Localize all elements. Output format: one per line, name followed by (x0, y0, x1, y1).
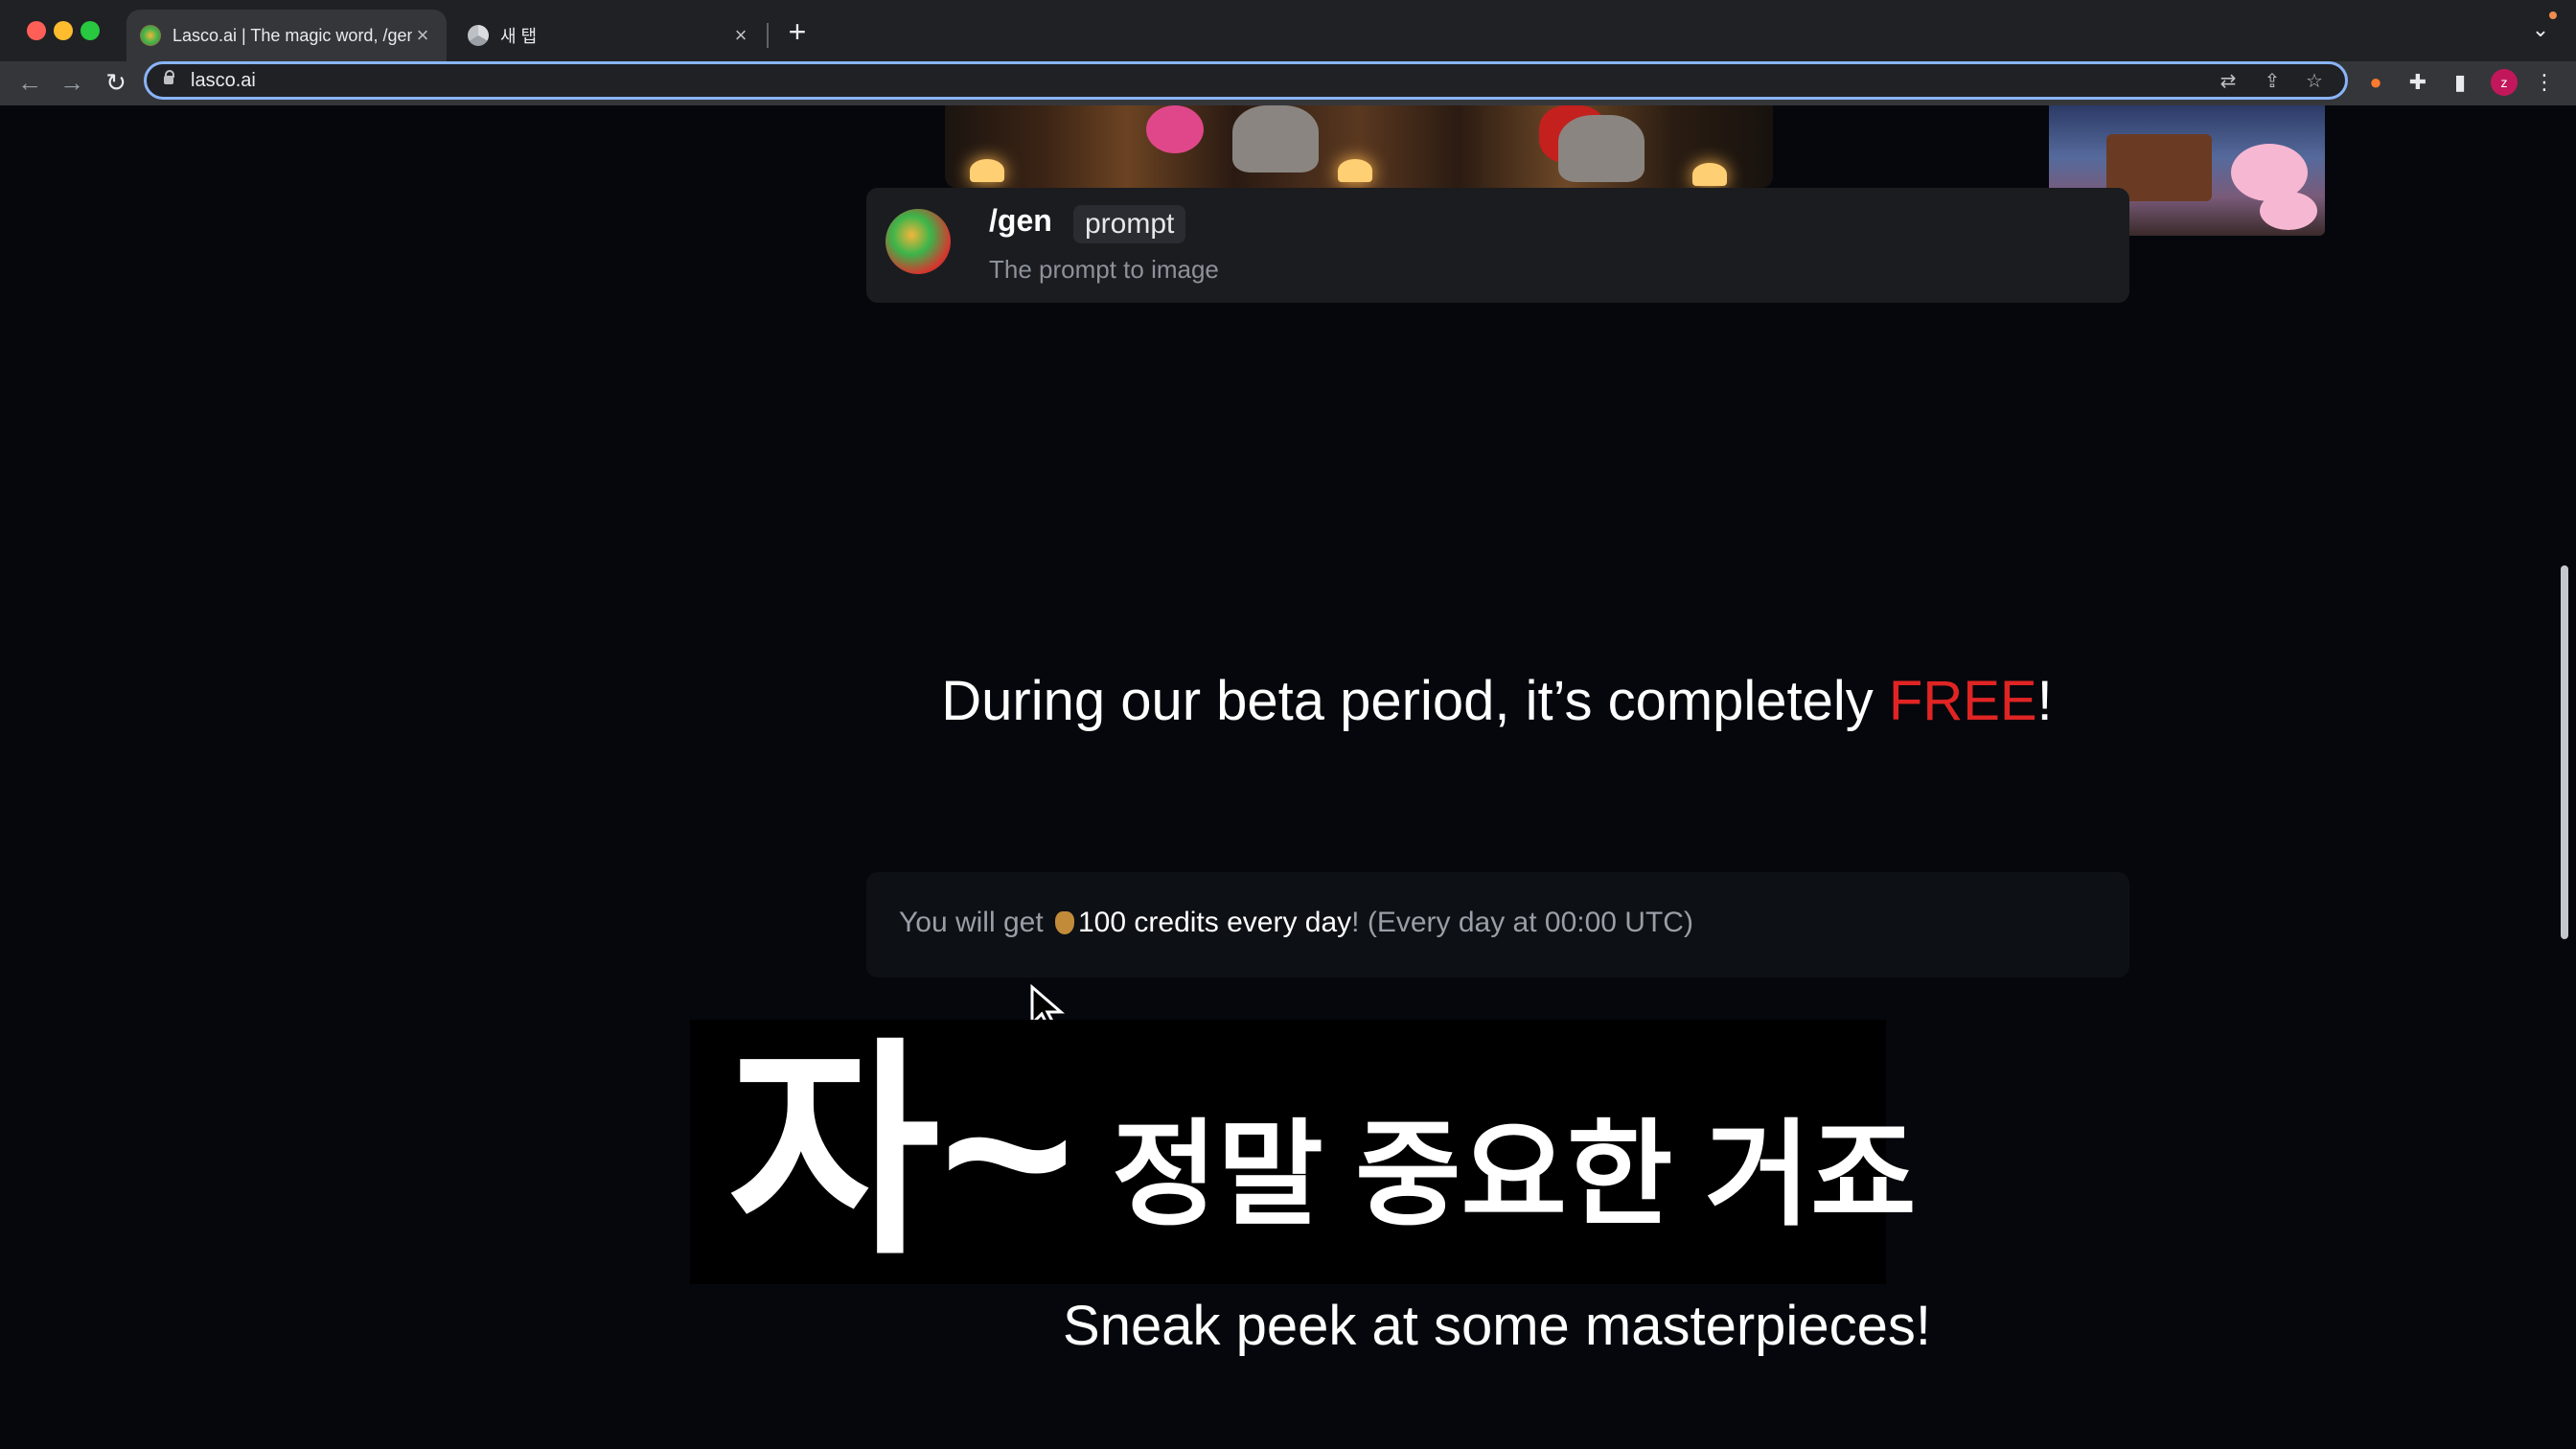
translate-icon[interactable]: ⇄ (2217, 70, 2240, 93)
minimize-window-button[interactable] (54, 21, 73, 40)
url-text[interactable]: lasco.ai (191, 70, 256, 92)
back-arrow-icon[interactable]: ← (13, 67, 46, 100)
extension-fire-icon[interactable]: ● (2361, 68, 2390, 97)
credits-prefix: You will get (899, 907, 1051, 938)
side-panel-icon[interactable]: ▮ (2446, 68, 2474, 97)
credits-text: You will get 100 credits every day! (Eve… (899, 907, 1693, 939)
close-tab-icon[interactable]: × (730, 23, 751, 48)
chrome-icon (468, 25, 489, 46)
gallery-image-tavern-cats (945, 105, 1773, 188)
credits-suffix: ! (Every day at 00:00 UTC) (1351, 907, 1693, 938)
free-highlight: FREE (1888, 670, 2037, 732)
command-name: /gen (989, 203, 1052, 238)
command-description: The prompt to image (989, 255, 1219, 284)
lasco-favicon-icon (140, 25, 161, 46)
beta-heading-suffix: ! (2036, 670, 2053, 732)
close-tab-icon[interactable]: × (412, 23, 433, 48)
tab-search-chevron-icon[interactable]: ⌄ (2526, 17, 2555, 46)
video-caption-overlay: 자~ 정말 중요한 거죠 (690, 1020, 1916, 1284)
beta-heading-prefix: During our beta period, it’s completely (941, 670, 1889, 732)
bookmark-star-icon[interactable]: ☆ (2303, 70, 2326, 93)
address-bar[interactable]: lasco.ai ⇄ ⇪ ☆ (144, 61, 2348, 100)
forward-arrow-icon[interactable]: → (56, 67, 88, 100)
lock-icon[interactable] (164, 70, 174, 84)
caption-big-text: 자~ (728, 1024, 1074, 1280)
share-icon[interactable]: ⇪ (2261, 70, 2284, 93)
daily-credits-card: You will get 100 credits every day! (Eve… (866, 872, 2129, 978)
bot-avatar (886, 209, 951, 274)
tab-divider (767, 23, 769, 48)
beta-free-heading: During our beta period, it’s completely … (0, 669, 2576, 733)
command-parameter: prompt (1073, 205, 1186, 243)
tab-lasco[interactable]: Lasco.ai | The magic word, /gen × (126, 10, 447, 61)
notification-dot (2549, 12, 2557, 19)
money-bag-icon (1055, 911, 1074, 934)
tab-strip: Lasco.ai | The magic word, /gen × 새 탭 × … (0, 0, 2576, 61)
page-scrollbar[interactable] (2561, 565, 2568, 939)
maximize-window-button[interactable] (80, 21, 100, 40)
sneak-peek-heading: Sneak peek at some masterpieces! (1063, 1295, 1931, 1357)
tab-title: 새 탭 (500, 27, 538, 46)
extensions-puzzle-icon[interactable]: ✚ (2404, 68, 2432, 97)
page-viewport: /gen prompt The prompt to image During o… (0, 105, 2576, 1449)
close-window-button[interactable] (27, 21, 46, 40)
tab-new-tab[interactable]: 새 탭 × (454, 10, 765, 61)
credits-amount: 100 credits every day (1078, 907, 1352, 938)
reload-icon[interactable]: ↻ (100, 67, 132, 100)
tab-title: Lasco.ai | The magic word, /gen (172, 25, 412, 45)
gen-command-card: /gen prompt The prompt to image (866, 188, 2129, 303)
new-tab-button[interactable]: + (780, 15, 815, 50)
profile-avatar[interactable]: z (2491, 69, 2518, 96)
more-menu-icon[interactable]: ⋮ (2530, 68, 2559, 97)
caption-small-text: 정말 중요한 거죠 (1112, 1111, 1917, 1239)
